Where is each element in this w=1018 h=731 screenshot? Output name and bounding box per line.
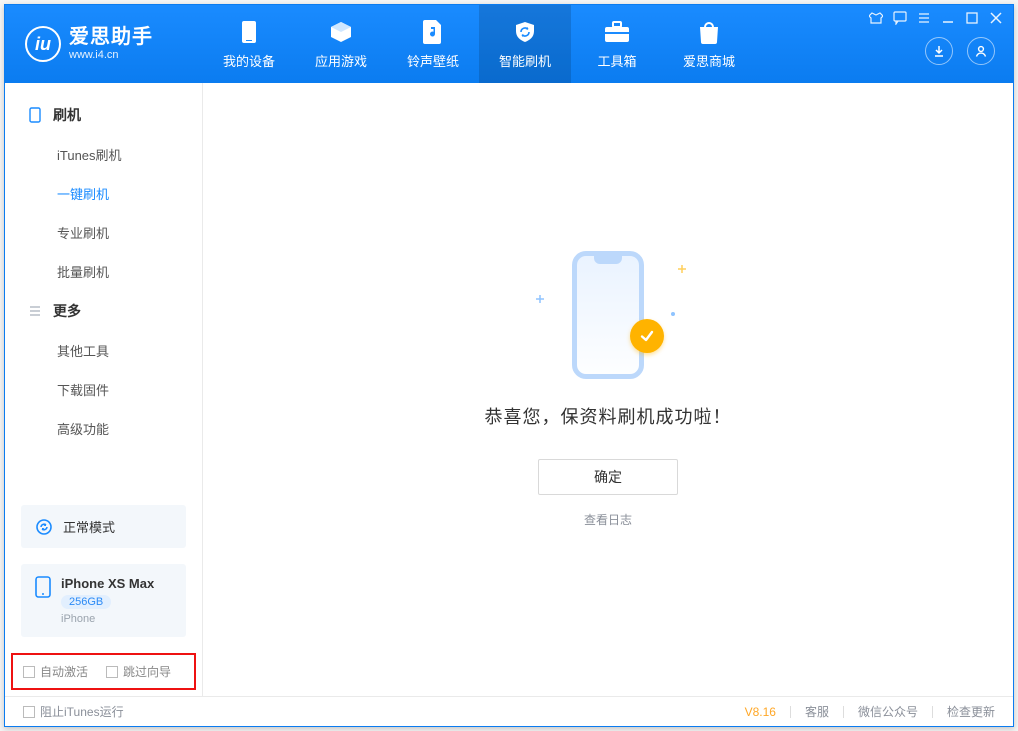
version-label: V8.16	[745, 705, 776, 719]
success-message: 恭喜您，保资料刷机成功啦！	[485, 403, 732, 429]
sidebar-item-pro[interactable]: 专业刷机	[5, 213, 202, 252]
sidebar-item-download-fw[interactable]: 下载固件	[5, 370, 202, 409]
brand: iu 爱思助手 www.i4.cn	[5, 5, 203, 83]
phone-illustration-icon	[572, 251, 644, 379]
success-illustration	[548, 251, 668, 381]
device-name: iPhone XS Max	[61, 576, 154, 591]
shield-refresh-icon	[512, 19, 538, 45]
download-button-icon[interactable]	[925, 37, 953, 65]
brand-logo-icon: iu	[25, 26, 61, 62]
device-type: iPhone	[61, 613, 154, 625]
app-window: iu 爱思助手 www.i4.cn 我的设备 应用游戏	[4, 4, 1014, 727]
sidebar-menu: 刷机 iTunes刷机 一键刷机 专业刷机 批量刷机 更多 其他工具 下载固件 …	[5, 83, 202, 499]
ok-button[interactable]: 确定	[538, 459, 678, 495]
top-nav: 我的设备 应用游戏 铃声壁纸 智能刷机	[203, 5, 755, 83]
checkbox-icon	[106, 666, 118, 678]
user-button-icon[interactable]	[967, 37, 995, 65]
menu-icon[interactable]	[915, 9, 933, 27]
nav-flash[interactable]: 智能刷机	[479, 5, 571, 83]
footer-link-service[interactable]: 客服	[805, 703, 829, 720]
view-log-link[interactable]: 查看日志	[584, 511, 632, 528]
group-label: 更多	[53, 301, 81, 321]
music-file-icon	[420, 19, 446, 45]
checkbox-skip-guide[interactable]: 跳过向导	[106, 663, 171, 680]
footer-link-update[interactable]: 检查更新	[947, 703, 995, 720]
sparkle-icon	[536, 295, 544, 303]
checkbox-auto-activate[interactable]: 自动激活	[23, 663, 88, 680]
footer-link-wechat[interactable]: 微信公众号	[858, 703, 918, 720]
bag-icon	[696, 19, 722, 45]
nav-apps[interactable]: 应用游戏	[295, 5, 387, 83]
brand-name: 爱思助手	[69, 26, 153, 49]
footer-right: V8.16 客服 微信公众号 检查更新	[745, 703, 995, 720]
body: 刷机 iTunes刷机 一键刷机 专业刷机 批量刷机 更多 其他工具 下载固件 …	[5, 83, 1013, 696]
shirt-icon[interactable]	[867, 9, 885, 27]
mode-panel[interactable]: 正常模式	[21, 505, 186, 548]
sidebar: 刷机 iTunes刷机 一键刷机 专业刷机 批量刷机 更多 其他工具 下载固件 …	[5, 83, 203, 696]
mode-label: 正常模式	[63, 517, 115, 536]
feedback-icon[interactable]	[891, 9, 909, 27]
group-label: 刷机	[53, 105, 81, 125]
nav-label: 智能刷机	[499, 51, 551, 70]
sparkle-icon	[678, 265, 686, 273]
nav-label: 我的设备	[223, 51, 275, 70]
status-bar: 阻止iTunes运行 V8.16 客服 微信公众号 检查更新	[5, 696, 1013, 726]
nav-store[interactable]: 爱思商城	[663, 5, 755, 83]
cube-icon	[328, 19, 354, 45]
maximize-icon[interactable]	[963, 9, 981, 27]
nav-my-device[interactable]: 我的设备	[203, 5, 295, 83]
device-phone-icon	[35, 576, 51, 598]
toolbox-icon	[604, 19, 630, 45]
main-content: 恭喜您，保资料刷机成功啦！ 确定 查看日志	[203, 83, 1013, 696]
checkbox-label: 阻止iTunes运行	[40, 703, 124, 720]
nav-label: 工具箱	[597, 51, 636, 70]
sidebar-item-batch[interactable]: 批量刷机	[5, 252, 202, 291]
nav-label: 铃声壁纸	[407, 51, 459, 70]
nav-label: 爱思商城	[683, 51, 735, 70]
options-highlight-box: 自动激活 跳过向导	[11, 653, 196, 690]
dot-icon	[670, 311, 678, 319]
nav-ringtone[interactable]: 铃声壁纸	[387, 5, 479, 83]
checkbox-icon	[23, 706, 35, 718]
refresh-icon	[35, 518, 53, 536]
checkbox-block-itunes[interactable]: 阻止iTunes运行	[23, 703, 124, 720]
checkbox-icon	[23, 666, 35, 678]
check-badge-icon	[630, 319, 664, 353]
brand-subtitle: www.i4.cn	[69, 49, 153, 62]
device-panel[interactable]: iPhone XS Max 256GB iPhone	[21, 564, 186, 637]
header-actions	[925, 37, 995, 65]
nav-toolbox[interactable]: 工具箱	[571, 5, 663, 83]
checkbox-label: 自动激活	[40, 663, 88, 680]
minimize-icon[interactable]	[939, 9, 957, 27]
sidebar-group-flash[interactable]: 刷机	[5, 95, 202, 135]
header: iu 爱思助手 www.i4.cn 我的设备 应用游戏	[5, 5, 1013, 83]
device-storage: 256GB	[61, 595, 111, 609]
list-icon	[27, 303, 43, 319]
sidebar-item-oneclick[interactable]: 一键刷机	[5, 174, 202, 213]
sidebar-item-itunes[interactable]: iTunes刷机	[5, 135, 202, 174]
sidebar-group-more[interactable]: 更多	[5, 291, 202, 331]
phone-icon	[236, 19, 262, 45]
sidebar-item-advanced[interactable]: 高级功能	[5, 409, 202, 448]
nav-label: 应用游戏	[315, 51, 367, 70]
checkbox-label: 跳过向导	[123, 663, 171, 680]
phone-outline-icon	[27, 107, 43, 123]
close-icon[interactable]	[987, 9, 1005, 27]
sidebar-item-other-tools[interactable]: 其他工具	[5, 331, 202, 370]
window-controls	[867, 9, 1005, 27]
